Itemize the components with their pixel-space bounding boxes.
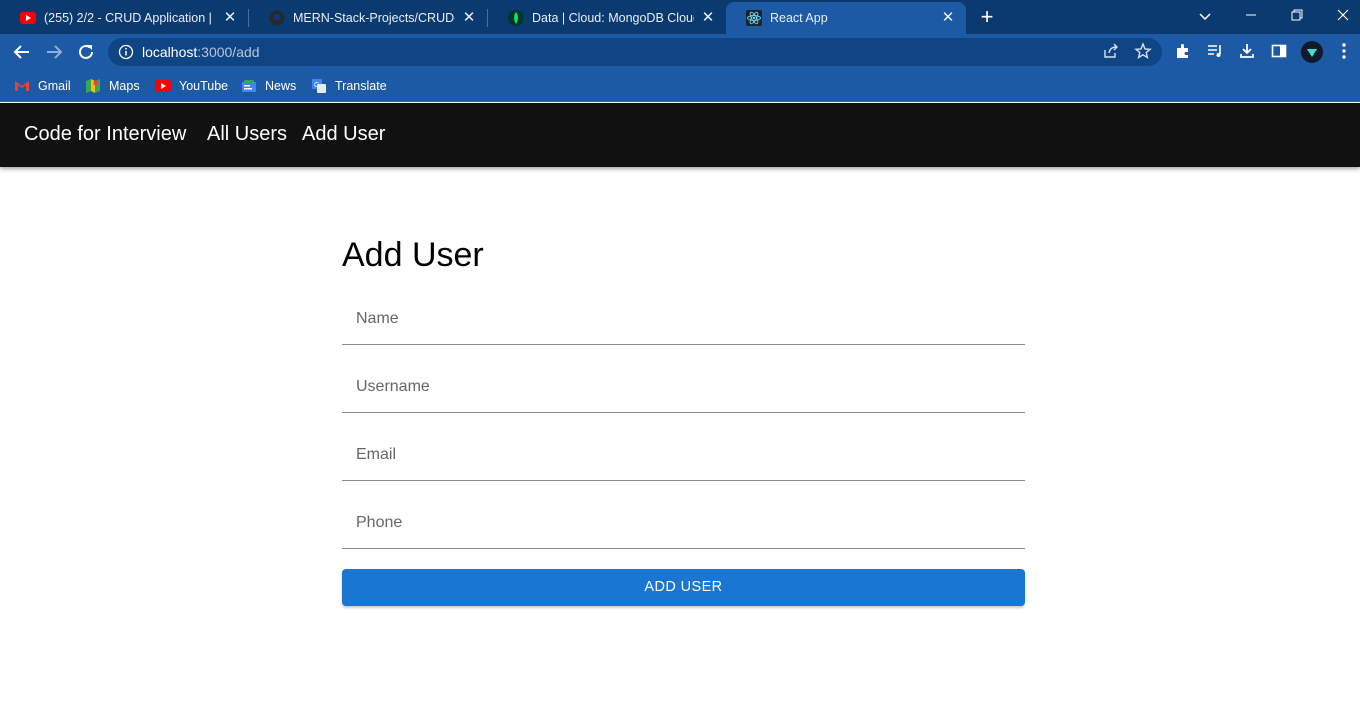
- bookmark-label: YouTube: [179, 79, 229, 93]
- youtube-icon: [20, 10, 36, 26]
- name-field[interactable]: Name: [342, 297, 1025, 345]
- share-icon[interactable]: [1102, 42, 1122, 62]
- browser-tab-youtube[interactable]: (255) 2/2 - CRUD Application | M ✕: [0, 2, 248, 34]
- back-icon[interactable]: [10, 40, 34, 64]
- minimize-button[interactable]: [1236, 4, 1266, 28]
- bookmarks-bar: Gmail Maps YouTube News G Translate: [0, 70, 1360, 102]
- close-icon[interactable]: ✕: [940, 10, 956, 26]
- add-user-form: Add User Name Username Email Phone ADD U…: [342, 220, 1025, 606]
- new-tab-button[interactable]: +: [976, 6, 998, 28]
- url-path: :3000/add: [197, 44, 260, 60]
- bookmark-maps[interactable]: Maps: [85, 76, 140, 96]
- navbar-brand-link[interactable]: Code for Interview: [24, 123, 186, 146]
- close-window-button[interactable]: [1328, 4, 1358, 28]
- bookmark-label: News: [265, 79, 297, 93]
- translate-icon: G: [311, 78, 327, 94]
- tab-title: React App: [770, 11, 828, 25]
- page-title: Add User: [342, 236, 484, 274]
- close-icon[interactable]: ✕: [700, 10, 716, 26]
- bookmark-news[interactable]: News: [241, 76, 296, 96]
- svg-text:G: G: [314, 82, 319, 89]
- close-icon[interactable]: ✕: [461, 10, 477, 26]
- bookmark-translate[interactable]: G Translate: [311, 76, 387, 96]
- mongodb-icon: [508, 10, 524, 26]
- extensions-icon[interactable]: [1174, 42, 1194, 62]
- username-input[interactable]: [342, 365, 1025, 412]
- browser-toolbar: localhost:3000/add: [0, 34, 1360, 70]
- browser-tab-strip: (255) 2/2 - CRUD Application | M ✕ MERN-…: [0, 0, 1360, 34]
- bookmark-youtube[interactable]: YouTube: [155, 76, 228, 96]
- username-field[interactable]: Username: [342, 365, 1025, 413]
- youtube-icon: [155, 78, 171, 94]
- browser-tab-react-app[interactable]: React App ✕: [726, 2, 966, 34]
- bookmark-label: Gmail: [38, 79, 71, 93]
- reload-icon[interactable]: [74, 40, 98, 64]
- phone-input[interactable]: [342, 501, 1025, 548]
- browser-tab-mongodb[interactable]: Data | Cloud: MongoDB Cloud ✕: [488, 2, 726, 34]
- gmail-icon: [14, 78, 30, 94]
- tab-title: MERN-Stack-Projects/CRUD-App: [293, 11, 455, 25]
- close-icon[interactable]: ✕: [222, 10, 238, 26]
- github-icon: [269, 10, 285, 26]
- maps-icon: [85, 78, 101, 94]
- news-icon: [241, 78, 257, 94]
- menu-icon[interactable]: [1336, 42, 1356, 62]
- browser-tab-github[interactable]: MERN-Stack-Projects/CRUD-App ✕: [249, 2, 487, 34]
- download-icon[interactable]: [1238, 42, 1258, 62]
- media-control-icon[interactable]: [1206, 42, 1226, 62]
- tab-title: (255) 2/2 - CRUD Application | M: [44, 11, 216, 25]
- react-icon: [746, 10, 762, 26]
- profile-avatar-icon[interactable]: [1301, 41, 1323, 63]
- tab-title: Data | Cloud: MongoDB Cloud: [532, 11, 694, 25]
- email-input[interactable]: [342, 433, 1025, 480]
- nav-link-add-user[interactable]: Add User: [302, 123, 385, 146]
- bookmark-label: Translate: [335, 79, 387, 93]
- name-input[interactable]: [342, 297, 1025, 344]
- address-bar[interactable]: localhost:3000/add: [108, 38, 1162, 66]
- tab-search-icon[interactable]: [1190, 4, 1220, 28]
- side-panel-icon[interactable]: [1270, 42, 1290, 62]
- email-field[interactable]: Email: [342, 433, 1025, 481]
- bookmark-gmail[interactable]: Gmail: [14, 76, 71, 96]
- site-info-icon[interactable]: [118, 44, 134, 60]
- app-navbar: Code for Interview All Users Add User: [0, 103, 1360, 167]
- nav-link-all-users[interactable]: All Users: [207, 123, 287, 146]
- phone-field[interactable]: Phone: [342, 501, 1025, 549]
- add-user-button[interactable]: ADD USER: [342, 569, 1025, 606]
- bookmark-star-icon[interactable]: [1134, 42, 1154, 62]
- bookmark-label: Maps: [109, 79, 140, 93]
- url-host: localhost: [142, 44, 198, 60]
- url-text: localhost:3000/add: [142, 44, 260, 60]
- restore-button[interactable]: [1282, 4, 1312, 28]
- forward-icon[interactable]: [42, 40, 66, 64]
